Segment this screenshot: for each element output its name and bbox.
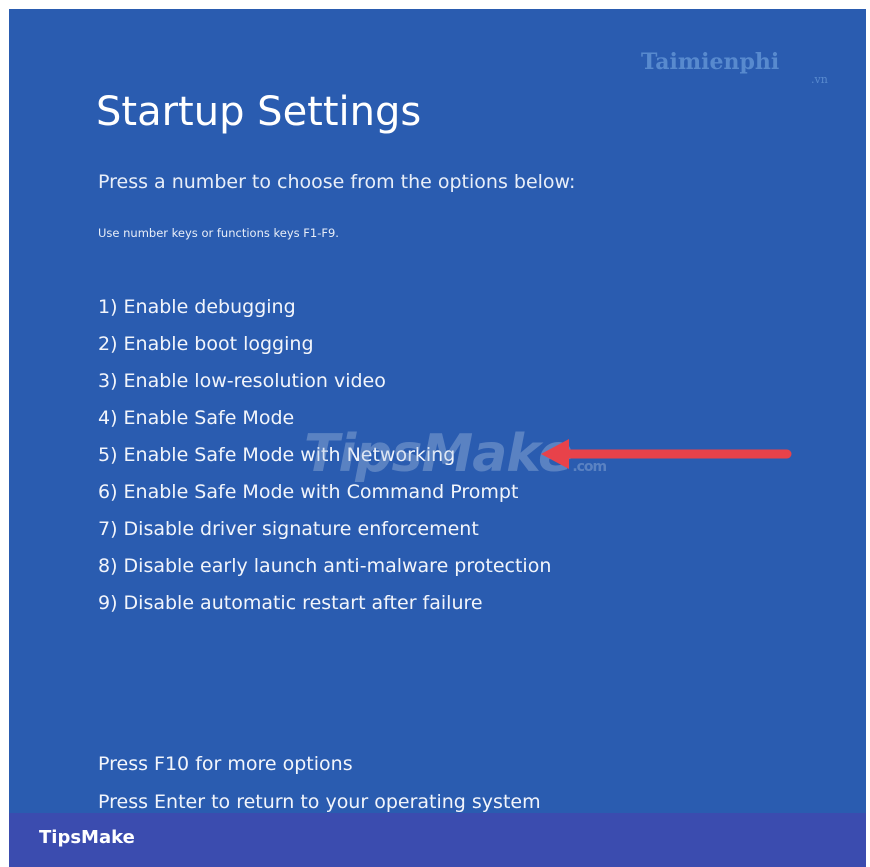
taimienphi-watermark-logo: Taimienphi .vn xyxy=(641,49,828,86)
watermark-logo-text: Taimienphi xyxy=(641,49,780,75)
instruction-text: Press a number to choose from the option… xyxy=(98,171,576,193)
brand-label: TipsMake xyxy=(39,827,135,848)
key-hint-text: Use number keys or functions keys F1-F9. xyxy=(98,226,339,240)
center-watermark-text: TipsMake xyxy=(304,424,573,484)
tipsmake-center-watermark: TipsMake.com xyxy=(304,424,607,484)
startup-settings-screen: Taimienphi .vn Startup Settings Press a … xyxy=(9,9,866,813)
watermark-logo-suffix: .vn xyxy=(811,73,828,86)
option-disable-driver-signature-enforcement[interactable]: 7) Disable driver signature enforcement xyxy=(98,511,551,548)
page-title: Startup Settings xyxy=(96,89,422,135)
option-enable-low-resolution-video[interactable]: 3) Enable low-resolution video xyxy=(98,363,551,400)
more-options-text: Press F10 for more options xyxy=(98,753,353,775)
option-enable-debugging[interactable]: 1) Enable debugging xyxy=(98,289,551,326)
brand-bar: TipsMake xyxy=(9,813,866,867)
center-watermark-suffix: .com xyxy=(572,459,607,475)
option-disable-early-launch-anti-malware[interactable]: 8) Disable early launch anti-malware pro… xyxy=(98,548,551,585)
return-to-os-text: Press Enter to return to your operating … xyxy=(98,791,541,813)
option-enable-boot-logging[interactable]: 2) Enable boot logging xyxy=(98,326,551,363)
option-disable-automatic-restart[interactable]: 9) Disable automatic restart after failu… xyxy=(98,585,551,622)
